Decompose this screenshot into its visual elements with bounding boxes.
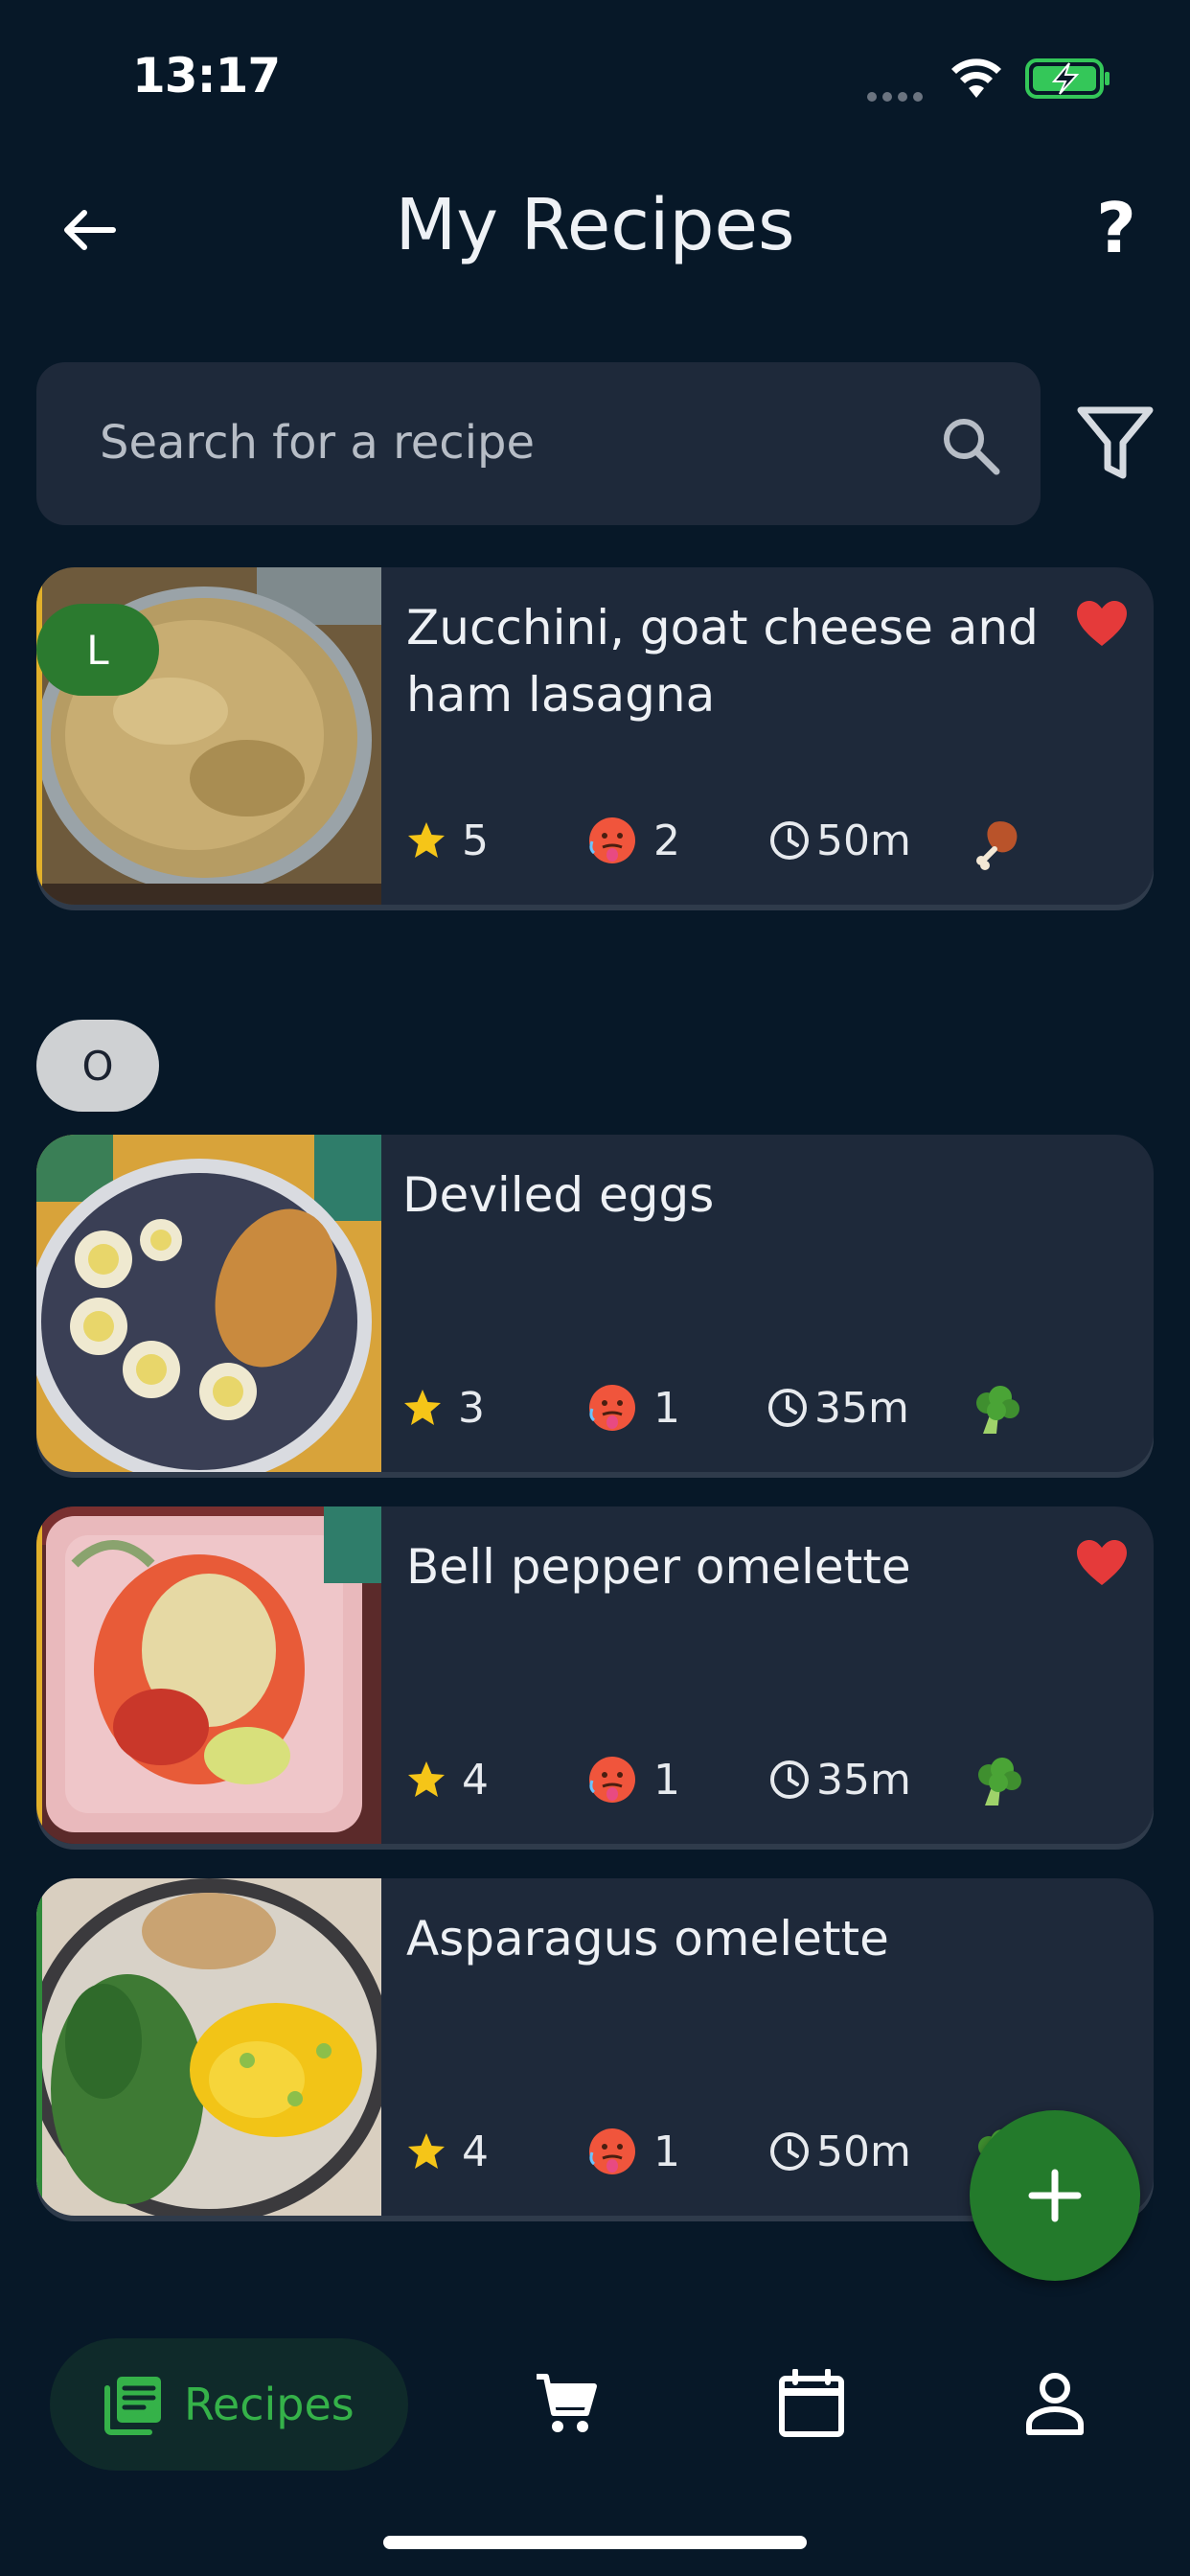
difficulty: 1 — [586, 1379, 680, 1437]
plus-icon — [1028, 2169, 1082, 2222]
difficulty-value: 2 — [653, 816, 680, 865]
card-accent-bar — [36, 1878, 42, 2216]
recipe-card[interactable]: Bell pepper omelette 4 1 35m — [36, 1506, 1154, 1844]
recipe-photo — [36, 1506, 381, 1844]
hot-face-icon — [589, 817, 635, 863]
hot-face-icon — [589, 2128, 635, 2174]
prep-time: 50m — [768, 812, 911, 869]
time-value: 35m — [814, 1383, 909, 1433]
card-accent-bar — [36, 1506, 42, 1844]
calendar-icon[interactable] — [778, 2369, 845, 2438]
prep-time: 35m — [768, 1751, 911, 1808]
recipe-title: Asparagus omelette — [406, 1911, 889, 1966]
card-accent-bar — [36, 567, 42, 905]
rating-value: 5 — [462, 816, 489, 865]
broccoli-icon — [976, 1386, 1019, 1434]
home-indicator — [383, 2536, 807, 2549]
star-icon — [404, 1390, 441, 1425]
status-time: 13:17 — [132, 48, 281, 104]
recipe-photo — [36, 1878, 381, 2216]
section-letter-badge: O — [36, 1020, 159, 1112]
battery-charging-icon — [1025, 58, 1110, 99]
rating: 4 — [406, 2123, 489, 2180]
difficulty: 2 — [586, 812, 680, 869]
clock-icon — [770, 1760, 809, 1799]
help-button[interactable]: ? — [1083, 188, 1150, 274]
search-input[interactable]: Search for a recipe — [36, 362, 1041, 525]
clock-icon — [768, 1389, 807, 1427]
clock-icon — [770, 2132, 809, 2171]
time-value: 50m — [816, 2127, 911, 2176]
rating-value: 3 — [458, 1383, 485, 1433]
star-icon — [408, 1761, 445, 1797]
recipe-title: Zucchini, goat cheese and ham lasagna — [406, 600, 1039, 723]
filter-icon[interactable] — [1075, 402, 1156, 483]
rating-value: 4 — [462, 1755, 489, 1805]
wifi-icon — [951, 58, 1001, 98]
star-icon — [408, 822, 445, 858]
page-title: My Recipes — [395, 184, 795, 266]
star-icon — [408, 2133, 445, 2169]
cart-icon[interactable] — [533, 2371, 598, 2436]
recipe-photo — [36, 1135, 381, 1472]
broccoli-icon — [978, 1758, 1021, 1806]
nav-item-recipes[interactable]: Recipes — [50, 2338, 408, 2471]
time-value: 35m — [816, 1755, 911, 1805]
meat-icon — [976, 821, 1018, 870]
add-recipe-button[interactable] — [970, 2110, 1140, 2281]
rating: 3 — [402, 1379, 485, 1437]
search-placeholder: Search for a recipe — [100, 416, 536, 470]
hot-face-icon — [589, 1757, 635, 1803]
recipe-title: Deviled eggs — [402, 1167, 715, 1223]
profile-icon[interactable] — [1025, 2371, 1085, 2436]
heart-icon[interactable] — [1075, 1539, 1129, 1587]
recipe-card[interactable]: Zucchini, goat cheese and ham lasagna 5 … — [36, 567, 1154, 905]
recipe-card[interactable]: Deviled eggs 3 1 35m — [36, 1135, 1154, 1472]
difficulty: 1 — [586, 1751, 680, 1808]
prep-time: 50m — [768, 2123, 911, 2180]
rating: 5 — [406, 812, 489, 869]
difficulty: 1 — [586, 2123, 680, 2180]
difficulty-value: 1 — [653, 2127, 680, 2176]
recipe-title: Bell pepper omelette — [406, 1539, 911, 1595]
prep-time: 35m — [767, 1379, 909, 1437]
cellular-signal-icon — [867, 87, 930, 102]
heart-icon[interactable] — [1075, 600, 1129, 648]
recipes-icon — [104, 2377, 161, 2435]
hot-face-icon — [589, 1385, 635, 1431]
rating: 4 — [406, 1751, 489, 1808]
search-icon[interactable] — [937, 412, 1004, 479]
nav-label-recipes: Recipes — [184, 2379, 355, 2430]
clock-icon — [770, 821, 809, 860]
section-letter-badge: L — [36, 604, 159, 696]
time-value: 50m — [816, 816, 911, 865]
rating-value: 4 — [462, 2127, 489, 2176]
difficulty-value: 1 — [653, 1755, 680, 1805]
difficulty-value: 1 — [653, 1383, 680, 1433]
